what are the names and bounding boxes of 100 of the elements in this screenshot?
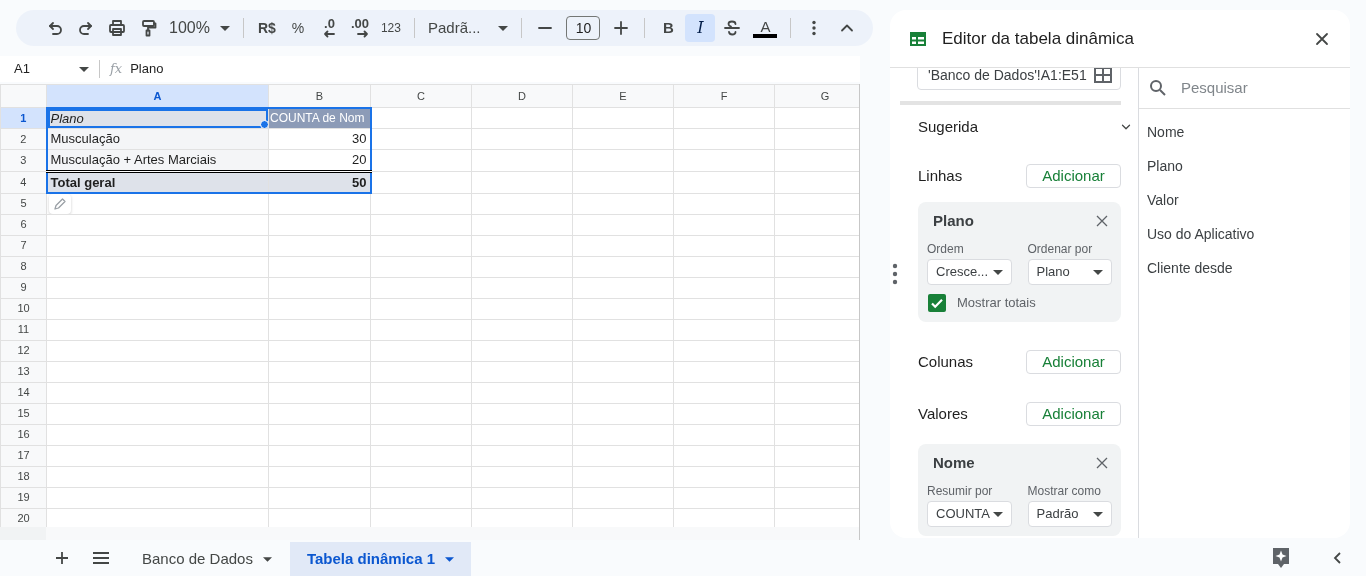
row-header[interactable]: 16 bbox=[0, 424, 47, 445]
close-button[interactable] bbox=[1094, 213, 1110, 229]
dropdown[interactable]: Plano bbox=[1027, 259, 1112, 285]
caret-icon bbox=[445, 556, 455, 562]
italic-button[interactable]: I bbox=[685, 14, 716, 42]
field-list-item[interactable]: Plano bbox=[1139, 149, 1350, 183]
field-label: Mostrar como bbox=[1027, 483, 1102, 499]
close-icon bbox=[1096, 215, 1108, 227]
caret-icon[interactable] bbox=[1093, 269, 1103, 275]
row-header[interactable]: 14 bbox=[0, 382, 47, 403]
caret-icon[interactable] bbox=[79, 66, 89, 72]
row-header[interactable]: 3 bbox=[0, 149, 47, 171]
table-cell: Musculação bbox=[46, 128, 269, 150]
arrow-right-icon[interactable] bbox=[356, 30, 369, 38]
caret-icon[interactable] bbox=[1093, 511, 1103, 517]
field-list-item[interactable]: Cliente desde bbox=[1139, 251, 1350, 285]
row-header[interactable]: 18 bbox=[0, 466, 47, 487]
decrease-decimal-button[interactable]: .0 bbox=[314, 14, 343, 42]
row-header[interactable]: 13 bbox=[0, 361, 47, 382]
column-header[interactable]: D bbox=[471, 84, 573, 108]
column-header[interactable]: G bbox=[774, 84, 859, 108]
card-title: Plano bbox=[933, 210, 974, 231]
function-icon: fx bbox=[110, 59, 123, 79]
menu-icon bbox=[93, 552, 109, 564]
table-cell: 30 bbox=[268, 128, 371, 150]
row-header[interactable]: 4 bbox=[0, 171, 47, 193]
search-icon bbox=[1149, 79, 1167, 97]
arrow-left-icon[interactable] bbox=[322, 30, 335, 38]
sheet-tab[interactable]: Tabela dinâmica 1 bbox=[289, 542, 472, 576]
table-cell: COUNTA de Nom bbox=[268, 107, 371, 129]
caret-icon[interactable] bbox=[992, 269, 1003, 275]
row-header[interactable]: 17 bbox=[0, 445, 47, 466]
check-icon bbox=[930, 296, 944, 310]
checkbox[interactable] bbox=[928, 294, 946, 312]
dropdown[interactable]: COUNTA bbox=[927, 501, 1012, 527]
table-cell: Total geral bbox=[46, 171, 269, 193]
dropdown[interactable]: Padrão bbox=[1027, 501, 1112, 527]
section-label: Linhas bbox=[918, 165, 963, 186]
caret-icon[interactable] bbox=[992, 511, 1003, 517]
add-button[interactable]: Adicionar bbox=[1026, 350, 1121, 374]
row-header[interactable]: 15 bbox=[0, 403, 47, 424]
row-header[interactable]: 2 bbox=[0, 128, 47, 150]
grid-icon bbox=[1094, 68, 1112, 83]
field-list-item[interactable]: Uso do Aplicativo bbox=[1139, 217, 1350, 251]
font-dropdown[interactable]: Padrã... bbox=[423, 14, 513, 42]
column-header[interactable]: F bbox=[673, 84, 775, 108]
range-field[interactable]: 'Banco de Dados'!A1:E51 bbox=[917, 68, 1121, 90]
field-label: Ordem bbox=[927, 241, 965, 257]
pencil-icon bbox=[53, 197, 67, 211]
panel-title: Editor da tabela dinâmica bbox=[942, 27, 1135, 50]
percent-button[interactable]: % bbox=[283, 14, 312, 42]
section-label: Sugerida bbox=[918, 116, 979, 137]
field-label: Ordenar por bbox=[1027, 241, 1094, 257]
field-list-item[interactable]: Valor bbox=[1139, 183, 1350, 217]
table-cell: Musculação + Artes Marciais bbox=[46, 149, 269, 171]
bold-button[interactable]: B bbox=[654, 14, 683, 42]
currency-button[interactable]: R$ bbox=[252, 14, 281, 42]
row-header[interactable]: 11 bbox=[0, 319, 47, 340]
increase-decimal-button[interactable]: .00 bbox=[345, 14, 374, 42]
caret-icon[interactable] bbox=[498, 25, 509, 31]
section-label: Colunas bbox=[918, 351, 974, 372]
caret-icon bbox=[262, 556, 272, 562]
number-format-button[interactable]: 123 bbox=[376, 14, 405, 42]
caret-icon[interactable] bbox=[219, 25, 230, 31]
chevron-left-icon bbox=[1332, 551, 1344, 565]
field-list-item[interactable]: Nome bbox=[1139, 115, 1350, 149]
column-header[interactable]: C bbox=[370, 84, 472, 108]
column-header[interactable]: B bbox=[268, 84, 371, 108]
table-cell: 50 bbox=[268, 171, 371, 193]
drag-handle-icon[interactable] bbox=[892, 263, 898, 285]
plus-icon bbox=[55, 551, 69, 565]
row-header[interactable]: 19 bbox=[0, 487, 47, 508]
column-header[interactable]: A bbox=[46, 84, 269, 108]
name-box[interactable]: A1 bbox=[0, 60, 100, 78]
row-header[interactable]: 7 bbox=[0, 235, 47, 256]
add-button[interactable]: Adicionar bbox=[1026, 164, 1121, 188]
field-label: Resumir por bbox=[927, 483, 994, 499]
close-icon bbox=[1096, 457, 1108, 469]
add-button[interactable]: Adicionar bbox=[1026, 402, 1121, 426]
row-header[interactable]: 9 bbox=[0, 277, 47, 298]
column-header[interactable]: E bbox=[572, 84, 674, 108]
table-cell: Plano bbox=[46, 107, 269, 129]
row-header[interactable]: 12 bbox=[0, 340, 47, 361]
row-header[interactable]: 1 bbox=[0, 107, 47, 129]
sparkle-icon bbox=[1271, 547, 1291, 569]
font-size-field[interactable]: 10 bbox=[566, 16, 601, 40]
card-title: Nome bbox=[933, 452, 975, 473]
zoom-dropdown[interactable]: 100% bbox=[165, 14, 234, 42]
section-label: Valores bbox=[918, 403, 968, 424]
checkbox-label: Mostrar totais bbox=[957, 294, 1036, 313]
sheet-tab[interactable]: Banco de Dados bbox=[125, 542, 289, 576]
row-header[interactable]: 5 bbox=[0, 193, 47, 214]
formula-text[interactable]: Plano bbox=[130, 59, 164, 79]
close-button[interactable] bbox=[1094, 455, 1110, 471]
row-header[interactable]: 6 bbox=[0, 214, 47, 235]
dropdown[interactable]: Cresce... bbox=[927, 259, 1012, 285]
text-color-button[interactable]: A bbox=[749, 14, 782, 42]
search-field[interactable]: Pesquisar bbox=[1179, 75, 1339, 101]
row-header[interactable]: 10 bbox=[0, 298, 47, 319]
row-header[interactable]: 8 bbox=[0, 256, 47, 277]
